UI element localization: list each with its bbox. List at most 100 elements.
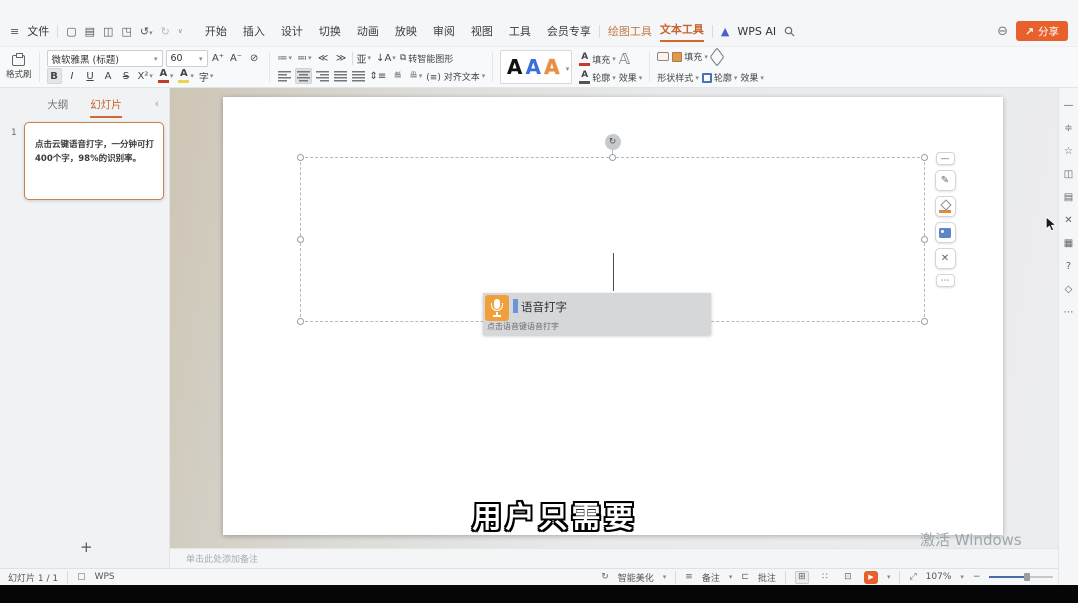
shape-effect-button[interactable]: 效果▾ <box>740 71 764 84</box>
crop-icon[interactable]: ◇ <box>1065 284 1073 295</box>
align-left-button[interactable] <box>277 68 292 84</box>
fit-to-window-icon[interactable]: ⤢ <box>909 572 916 582</box>
export-icon[interactable]: ◳ <box>121 25 131 38</box>
tab-slides[interactable]: 幻灯片 <box>90 97 122 118</box>
font-color-button[interactable]: A▾ <box>157 68 175 84</box>
menu-animation[interactable]: 动画 <box>357 23 379 39</box>
format-painter-button[interactable]: 格式刷 <box>6 50 32 84</box>
collapse-tools-button[interactable]: — <box>936 152 955 165</box>
bold-button[interactable]: B <box>47 68 62 84</box>
align-text-button[interactable]: (≡) 对齐文本▾ <box>426 70 485 83</box>
resize-handle-mr[interactable] <box>921 236 928 243</box>
share-button[interactable]: 分享 <box>1016 21 1068 41</box>
slides-copy-icon[interactable]: ◫ <box>1064 169 1073 180</box>
shape-outline-button[interactable]: 轮廓▾ <box>702 71 738 84</box>
superscript-button[interactable]: X²▾ <box>137 68 154 84</box>
menu-design[interactable]: 设计 <box>281 23 303 39</box>
print-icon[interactable]: ▤ <box>85 25 95 38</box>
print-preview-icon[interactable]: ◫ <box>103 25 113 38</box>
favorites-icon[interactable]: ☆ <box>1064 146 1073 157</box>
chevron-down-icon[interactable]: ▾ <box>887 573 891 581</box>
undo-icon[interactable]: ↺▾ <box>140 25 153 38</box>
chevron-down-icon[interactable]: ▾ <box>729 573 733 581</box>
increase-indent-icon[interactable]: ≫ <box>334 50 349 66</box>
chevron-down-icon[interactable]: ▾ <box>663 573 667 581</box>
picture-fill-button[interactable] <box>935 222 956 243</box>
delete-shape-button[interactable]: ✕ <box>935 248 956 269</box>
shape-style-button[interactable]: 形状样式▾ <box>657 71 699 84</box>
resize-handle-tc[interactable] <box>609 154 616 161</box>
slide-sorter-view-button[interactable]: ∷ <box>818 571 832 584</box>
zoom-slider-handle[interactable] <box>1024 573 1030 581</box>
rotate-handle[interactable]: ↻ <box>605 134 621 150</box>
file-menu[interactable]: 文件 <box>27 23 49 39</box>
font-size-select[interactable]: 60 ▾ <box>166 50 208 67</box>
shape-3d-icon[interactable] <box>710 47 725 66</box>
reading-view-button[interactable]: ⊡ <box>841 571 855 584</box>
voice-typing-popup[interactable]: 语音打字 点击语音键语音打字 <box>483 293 711 335</box>
text-fill-button[interactable]: A填充▾ <box>579 53 616 66</box>
text-shadow-button[interactable]: A <box>101 68 116 84</box>
zoom-slider[interactable] <box>989 576 1053 578</box>
justify-button[interactable] <box>333 68 348 84</box>
wps-ai-button[interactable]: WPS AI <box>737 25 776 38</box>
text-direction-button[interactable]: 亚▾ <box>356 50 373 66</box>
font-name-select[interactable]: 微软雅黑 (标题) ▾ <box>47 50 163 67</box>
tab-text-tools[interactable]: 文本工具 <box>660 21 704 42</box>
decrease-indent-icon[interactable]: ≪ <box>316 50 331 66</box>
chevron-down-icon[interactable]: ▾ <box>566 65 570 73</box>
chevron-down-icon[interactable]: ▾ <box>960 573 964 581</box>
spacing-options-button[interactable]: ≞▾ <box>408 68 423 84</box>
play-slideshow-button[interactable]: ▶ <box>864 571 878 584</box>
comment-button[interactable]: 批注 <box>758 571 776 584</box>
chevron-down-icon[interactable]: ∨ <box>178 27 183 35</box>
smart-graphic-button[interactable]: ⧉转智能图形 <box>400 52 453 65</box>
text-style-plain[interactable]: A <box>507 55 522 79</box>
character-spacing-button[interactable]: 字▾ <box>198 68 215 84</box>
resize-handle-tl[interactable] <box>297 154 304 161</box>
slide-page[interactable]: ↻ 语音打字 点击语音键语音打字 <box>223 97 1003 535</box>
underline-button[interactable]: U <box>83 68 98 84</box>
align-right-button[interactable] <box>315 68 330 84</box>
menu-member[interactable]: 会员专享 <box>547 23 591 39</box>
bullet-list-button[interactable]: ≔▾ <box>277 50 294 66</box>
decrease-font-icon[interactable]: A⁻ <box>229 51 244 67</box>
increase-font-icon[interactable]: A⁺ <box>211 51 226 67</box>
animation-icon[interactable]: ✕ <box>1064 215 1072 226</box>
style-brush-button[interactable]: ✎ <box>935 170 956 191</box>
zoom-level[interactable]: 107% <box>926 572 952 582</box>
collapse-sidebar-icon[interactable]: — <box>1064 100 1074 111</box>
save-icon[interactable]: ▢ <box>66 25 76 38</box>
menu-slideshow[interactable]: 放映 <box>395 23 417 39</box>
wps-label[interactable]: WPS <box>95 572 115 582</box>
strikethrough-button[interactable]: S <box>119 68 134 84</box>
add-slide-button[interactable]: + <box>80 538 93 556</box>
text-style-orange-outline[interactable]: A <box>544 55 559 79</box>
menu-view[interactable]: 视图 <box>471 23 493 39</box>
smart-beautify-button[interactable]: 智能美化 <box>618 571 654 584</box>
gallery-icon[interactable]: ▦ <box>1064 238 1073 249</box>
notes-button[interactable]: 备注 <box>702 571 720 584</box>
text-outline-button[interactable]: A轮廓▾ <box>579 71 616 84</box>
editing-canvas[interactable]: ↻ 语音打字 点击语音键语音打字 — ✎ ✕ <box>170 88 1058 548</box>
numbered-list-button[interactable]: ≕▾ <box>296 50 313 66</box>
wps-shortcut-icon[interactable]: ▢ <box>77 572 86 582</box>
fill-color-button[interactable] <box>935 196 956 217</box>
line-spacing-button[interactable]: ⇕≡ <box>369 68 388 84</box>
resize-handle-ml[interactable] <box>297 236 304 243</box>
help-icon[interactable]: ? <box>1066 261 1071 272</box>
clear-format-icon[interactable]: ⊘ <box>247 51 262 67</box>
italic-button[interactable]: I <box>65 68 80 84</box>
align-center-button[interactable] <box>295 68 312 84</box>
text-effect-button[interactable]: 效果▾ <box>619 71 643 84</box>
annotate-icon[interactable]: ▤ <box>1064 192 1073 203</box>
normal-view-button[interactable]: ⊞ <box>795 571 809 584</box>
resize-handle-tr[interactable] <box>921 154 928 161</box>
menu-transition[interactable]: 切换 <box>319 23 341 39</box>
highlight-color-button[interactable]: A▾ <box>177 68 195 84</box>
slide-thumbnail[interactable]: 点击云键语音打字，一分钟可打400个字，98%的识别率。 <box>24 122 164 200</box>
notes-bar[interactable]: 单击此处添加备注 <box>170 548 1058 568</box>
shape-fill-button[interactable]: 填充▾ <box>672 50 708 63</box>
redo-icon[interactable]: ↻ <box>161 25 170 38</box>
tab-drawing-tools[interactable]: 绘图工具 <box>608 23 652 39</box>
